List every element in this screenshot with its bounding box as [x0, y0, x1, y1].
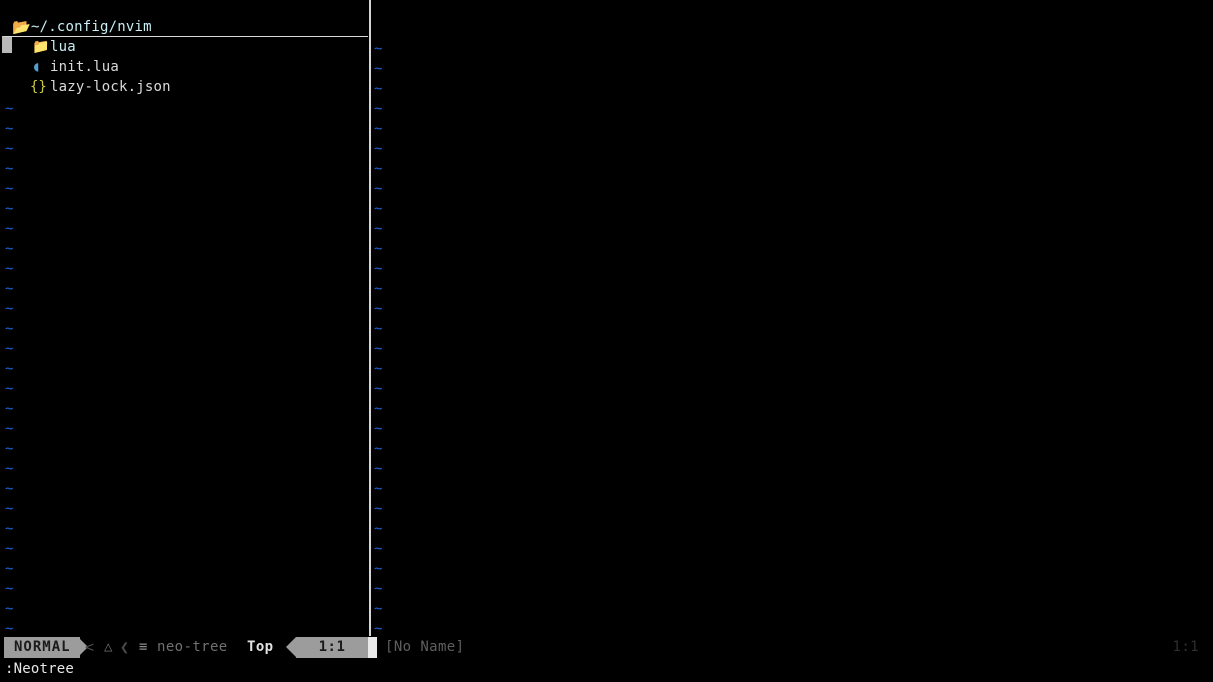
- filler-tilde: ~: [5, 461, 14, 477]
- filler-tilde: ~: [5, 121, 14, 137]
- lua-file-icon: ◖: [32, 59, 41, 75]
- filler-tilde: ~: [374, 441, 383, 457]
- folder-open-icon: 📂: [12, 18, 31, 36]
- filler-tilde: ~: [374, 41, 383, 57]
- mode-indicator: NORMAL: [4, 637, 80, 658]
- filler-tilde: ~: [374, 621, 383, 636]
- position-separator-arrow: [286, 637, 296, 657]
- neotree-sidebar[interactable]: 📂 ~/.config/nvim 📁 lua ◖ init.lua {} laz…: [0, 0, 370, 636]
- filler-tilde: ~: [374, 61, 383, 77]
- filler-tilde: ~: [374, 461, 383, 477]
- filler-tilde: ~: [5, 161, 14, 177]
- empty-buffer-window[interactable]: ~ ~ ~ ~ ~ ~ ~ ~ ~ ~ ~ ~ ~ ~ ~ ~ ~ ~ ~ ~ ~ ~ ~ ~ ~ ~ ~ ~ ~ ~: [371, 0, 1213, 636]
- filler-tilde: ~: [5, 301, 14, 317]
- filler-tilde: ~: [374, 281, 383, 297]
- filler-tilde: ~: [5, 361, 14, 377]
- filler-tilde: ~: [374, 381, 383, 397]
- filler-tilde: ~: [374, 481, 383, 497]
- filler-tilde: ~: [374, 501, 383, 517]
- filler-tilde: ~: [5, 421, 14, 437]
- filler-tilde: ~: [5, 101, 14, 117]
- command-line[interactable]: :Neotree: [0, 658, 1213, 682]
- filler-tilde: ~: [5, 401, 14, 417]
- statusline-cursor-block: [368, 637, 377, 658]
- folder-closed-icon: 📁: [32, 39, 50, 55]
- buffer-name-label: [No Name]: [385, 639, 465, 655]
- filler-tilde: ~: [5, 281, 14, 297]
- neovim-window: 📂 ~/.config/nvim 📁 lua ◖ init.lua {} laz…: [0, 0, 1213, 682]
- neotree-item-label: init.lua: [50, 59, 120, 75]
- filler-tilde: ~: [5, 581, 14, 597]
- filler-tilde: ~: [374, 81, 383, 97]
- filler-tilde: ~: [5, 321, 14, 337]
- filler-tilde: ~: [5, 221, 14, 237]
- filler-tilde: ~: [5, 481, 14, 497]
- filler-tilde: ~: [5, 561, 14, 577]
- filler-tilde: ~: [374, 181, 383, 197]
- right-window-ruler: 1:1: [1172, 639, 1199, 655]
- cursor-position-label: 1:1: [296, 637, 368, 658]
- filler-tilde: ~: [5, 241, 14, 257]
- filler-tilde: ~: [374, 241, 383, 257]
- filler-tilde: ~: [374, 101, 383, 117]
- filler-tilde: ~: [374, 141, 383, 157]
- command-line-text: :Neotree: [5, 661, 75, 677]
- filler-tilde: ~: [5, 541, 14, 557]
- chevron-left-icon: ❮: [120, 638, 130, 656]
- filler-tilde: ~: [5, 381, 14, 397]
- filler-tilde: ~: [374, 221, 383, 237]
- filler-tilde: ~: [374, 521, 383, 537]
- filler-tilde: ~: [5, 621, 14, 636]
- filler-tilde: ~: [5, 501, 14, 517]
- filler-tilde: ~: [374, 361, 383, 377]
- neotree-item-lazy-lock-json[interactable]: {} lazy-lock.json: [0, 77, 370, 97]
- filler-tilde: ~: [5, 181, 14, 197]
- filler-tilde: ~: [5, 201, 14, 217]
- separator-lt: <: [85, 638, 95, 656]
- filler-tilde: ~: [374, 401, 383, 417]
- list-lines-icon: ≡: [139, 639, 148, 655]
- filler-tilde: ~: [374, 321, 383, 337]
- filler-tilde: ~: [374, 421, 383, 437]
- filler-tilde: ~: [5, 521, 14, 537]
- filler-tilde: ~: [374, 561, 383, 577]
- filetype-label: neo-tree: [157, 639, 228, 655]
- neotree-item-label: lua: [50, 39, 76, 55]
- filler-tilde: ~: [5, 341, 14, 357]
- filler-tilde: ~: [374, 301, 383, 317]
- neotree-item-label: lazy-lock.json: [50, 79, 171, 95]
- filler-tilde: ~: [374, 541, 383, 557]
- filler-tilde: ~: [5, 261, 14, 277]
- neotree-root-row[interactable]: 📂 ~/.config/nvim: [0, 17, 370, 53]
- filler-tilde: ~: [374, 581, 383, 597]
- statusline: NORMAL < △ ❮ ≡ neo-tree Top 1:1 [No Name…: [0, 636, 1213, 660]
- neotree-root-label: ~/.config/nvim: [31, 19, 152, 35]
- json-file-icon: {}: [30, 79, 47, 95]
- neotree-item-init-lua[interactable]: ◖ init.lua: [0, 57, 370, 77]
- linux-tux-icon: △: [104, 639, 113, 655]
- filler-tilde: ~: [5, 141, 14, 157]
- filler-tilde: ~: [374, 121, 383, 137]
- scroll-position-label: Top: [247, 639, 274, 655]
- filler-tilde: ~: [374, 201, 383, 217]
- editor-area: 📂 ~/.config/nvim 📁 lua ◖ init.lua {} laz…: [0, 0, 1213, 636]
- filler-tilde: ~: [374, 601, 383, 617]
- filler-tilde: ~: [374, 261, 383, 277]
- filler-tilde: ~: [374, 341, 383, 357]
- neotree-item-lua[interactable]: 📁 lua: [0, 37, 370, 57]
- filler-tilde: ~: [5, 441, 14, 457]
- filler-tilde: ~: [5, 601, 14, 617]
- filler-tilde: ~: [374, 161, 383, 177]
